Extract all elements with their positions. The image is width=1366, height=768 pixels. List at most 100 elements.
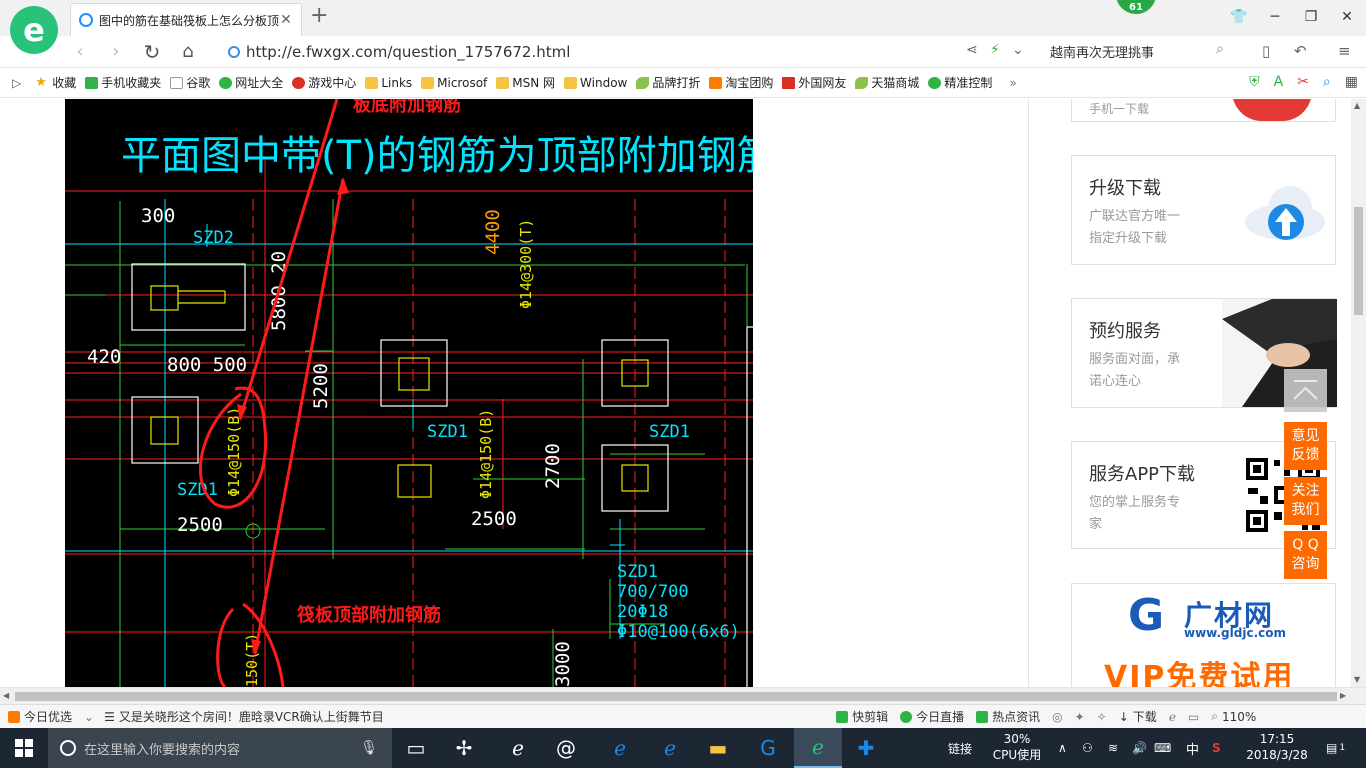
- upgrade-download-card[interactable]: 升级下载 广联达官方唯一 指定升级下载: [1071, 155, 1336, 265]
- download-button[interactable]: ↓ 下载: [1119, 708, 1157, 725]
- sogou-icon[interactable]: S: [1212, 728, 1221, 768]
- system-clock[interactable]: 17:15 2018/3/28: [1242, 731, 1312, 763]
- new-tab-icon[interactable]: +: [310, 5, 328, 27]
- minimize-icon[interactable]: ─: [1260, 6, 1290, 28]
- news-search-suggestion[interactable]: 越南再次无理挑事: [1050, 42, 1154, 61]
- bookmark-item[interactable]: 游戏中心: [292, 74, 356, 91]
- shirt-skin-icon[interactable]: 👕: [1224, 6, 1254, 28]
- taskbar-search-input[interactable]: 在这里输入你要搜索的内容 🎙: [48, 728, 392, 768]
- ie-icon[interactable]: ℯ: [494, 728, 542, 768]
- link-label[interactable]: 链接: [948, 728, 972, 768]
- magnifier-icon[interactable]: ⌕: [1323, 74, 1331, 90]
- lightning-icon[interactable]: ⚡: [990, 42, 1000, 58]
- scroll-right-icon[interactable]: ▶: [1340, 691, 1346, 700]
- scroll-left-icon[interactable]: ◀: [3, 691, 9, 700]
- chevron-down-icon[interactable]: ⌄: [84, 710, 94, 724]
- bookmark-item[interactable]: 品牌打折: [636, 74, 700, 91]
- follow-us-button[interactable]: 关注 我们: [1284, 477, 1327, 525]
- keyboard-icon[interactable]: ⌨: [1154, 728, 1171, 768]
- apps-grid-icon[interactable]: ▦: [1345, 74, 1358, 90]
- close-window-icon[interactable]: ✕: [1332, 6, 1362, 28]
- bookmark-item[interactable]: 手机收藏夹: [85, 74, 161, 91]
- translate-icon[interactable]: A: [1274, 74, 1284, 90]
- doc-icon: [170, 76, 184, 89]
- folder-icon: [421, 76, 435, 89]
- glodon-icon[interactable]: G: [744, 728, 792, 768]
- spiral-app-icon[interactable]: @: [542, 728, 590, 768]
- card-title: 预约服务: [1089, 321, 1161, 342]
- headline-link[interactable]: ☰ 又是关晓彤这个房间！鹿晗录VCR确认上街舞节目: [104, 708, 824, 725]
- browser-2345-icon[interactable]: ℯ: [794, 728, 842, 768]
- window-icon[interactable]: ▭: [1188, 710, 1199, 724]
- feedback-button[interactable]: 意见 反馈: [1284, 422, 1327, 470]
- tab-close-icon[interactable]: ✕: [279, 12, 293, 28]
- notification-badge[interactable]: 61: [1114, 0, 1158, 16]
- cleaner-icon[interactable]: ✧: [1097, 710, 1107, 724]
- search-icon[interactable]: ⌕: [1216, 41, 1224, 57]
- back-to-top-button[interactable]: [1284, 369, 1327, 412]
- tray-expand-icon[interactable]: ∧: [1058, 728, 1067, 768]
- clock-time: 17:15: [1259, 732, 1295, 746]
- blue-plus-app-icon[interactable]: ✚: [842, 728, 890, 768]
- bookmark-item[interactable]: Window: [564, 76, 627, 90]
- url-field[interactable]: http://e.fwxgx.com/question_1757672.html: [228, 40, 948, 64]
- ime-indicator[interactable]: 中: [1186, 728, 1199, 768]
- volume-icon[interactable]: 🔊: [1132, 728, 1147, 768]
- scroll-up-icon[interactable]: ▲: [1354, 101, 1360, 110]
- refresh-icon[interactable]: ↻: [140, 40, 164, 64]
- scroll-down-icon[interactable]: ▼: [1354, 675, 1360, 684]
- bookmark-item[interactable]: ★ 收藏: [35, 74, 76, 91]
- dim-text: 2700: [542, 443, 564, 489]
- cpu-usage[interactable]: 30% CPU使用: [992, 731, 1042, 763]
- maximize-icon[interactable]: ❐: [1296, 6, 1326, 28]
- search-placeholder: 在这里输入你要搜索的内容: [84, 742, 241, 758]
- scrollbar-thumb[interactable]: [15, 692, 1337, 701]
- bookmark-item[interactable]: 谷歌: [170, 74, 210, 91]
- quick-cut-button[interactable]: 快剪辑: [836, 708, 888, 725]
- phone-icon[interactable]: ▯: [1262, 42, 1270, 60]
- back-icon[interactable]: ‹: [68, 40, 92, 64]
- notification-center-icon[interactable]: ▤ 1: [1326, 728, 1345, 768]
- people-icon[interactable]: ⚇: [1082, 728, 1093, 768]
- browser-logo-icon[interactable]: e: [10, 6, 58, 54]
- task-view-icon[interactable]: ▭: [392, 728, 440, 768]
- bookmark-item[interactable]: Microsof: [421, 76, 487, 90]
- bookmark-item[interactable]: 精准控制: [928, 74, 992, 91]
- sidebar-toggle-icon[interactable]: ▷: [12, 76, 21, 90]
- ie-mode-icon[interactable]: ℯ: [1169, 710, 1176, 724]
- forward-icon[interactable]: ›: [104, 40, 128, 64]
- bookmark-item[interactable]: MSN 网: [496, 74, 555, 91]
- bookmark-item[interactable]: Links: [365, 76, 412, 90]
- file-explorer-icon[interactable]: ▬: [694, 728, 742, 768]
- fan-app-icon[interactable]: ✢: [440, 728, 488, 768]
- horizontal-scrollbar[interactable]: ◀ ▶: [0, 687, 1366, 704]
- undo-icon[interactable]: ↶: [1294, 42, 1307, 60]
- qq-consult-button[interactable]: Q Q 咨询: [1284, 531, 1327, 579]
- microphone-icon[interactable]: 🎙: [360, 740, 378, 756]
- today-pick-button[interactable]: 今日优选: [8, 708, 72, 725]
- hot-news-button[interactable]: 热点资讯: [976, 708, 1040, 725]
- live-button[interactable]: 今日直播: [900, 708, 964, 725]
- browser-tab[interactable]: 图中的筋在基础筏板上怎么分板顶 ✕: [70, 3, 302, 36]
- share-icon[interactable]: ⋖: [966, 42, 978, 58]
- start-button[interactable]: [0, 728, 48, 768]
- gldjc-ad-card[interactable]: G 广材网 www.gldjc.com VIP免费试用: [1071, 583, 1336, 687]
- dropdown-icon[interactable]: ⌄: [1012, 42, 1024, 58]
- speed-icon[interactable]: ◎: [1052, 710, 1062, 724]
- wifi-icon[interactable]: ≋: [1108, 728, 1118, 768]
- internet-explorer-icon[interactable]: ℯ: [646, 728, 694, 768]
- edge-icon[interactable]: ℯ: [596, 728, 644, 768]
- menu-icon[interactable]: ≡: [1338, 42, 1351, 60]
- scrollbar-thumb[interactable]: [1354, 207, 1363, 315]
- bookmark-item[interactable]: 外国网友: [782, 74, 846, 91]
- shield-icon[interactable]: ⛨: [1249, 74, 1260, 90]
- zoom-control[interactable]: ⌕ 110%: [1211, 709, 1256, 724]
- home-icon[interactable]: ⌂: [176, 40, 200, 64]
- bookmark-item[interactable]: 淘宝团购: [709, 74, 773, 91]
- pin-icon[interactable]: ✦: [1075, 710, 1085, 724]
- more-bookmarks-icon[interactable]: »: [1009, 76, 1016, 90]
- bookmark-item[interactable]: 天猫商城: [855, 74, 919, 91]
- scissors-icon[interactable]: ✂: [1297, 74, 1309, 90]
- bookmark-item[interactable]: 网址大全: [219, 74, 283, 91]
- vertical-scrollbar[interactable]: ▲ ▼: [1351, 99, 1366, 687]
